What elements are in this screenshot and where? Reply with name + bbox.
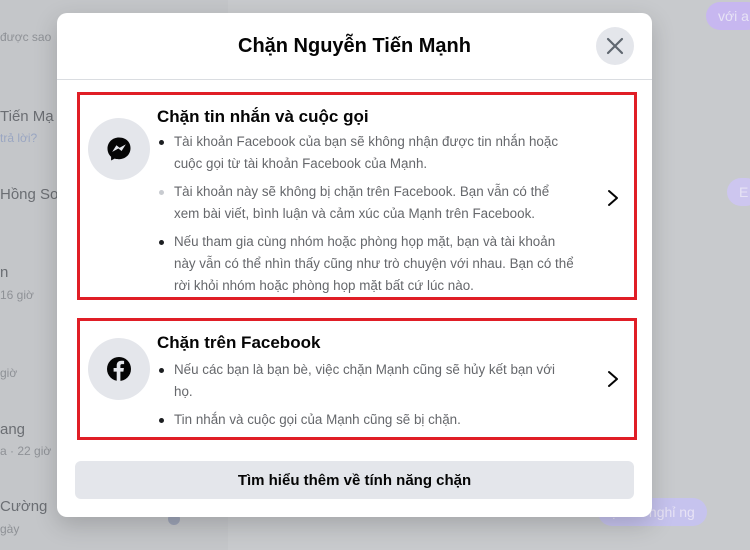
learn-more-button[interactable]: Tìm hiểu thêm về tính năng chặn: [75, 461, 634, 499]
conversation-name: Hồng So: [0, 186, 59, 203]
bullet-item: Tin nhắn và cuộc gọi của Mạnh cũng sẽ bị…: [157, 409, 577, 431]
option-icon-circle: [88, 118, 150, 180]
close-icon: [606, 37, 624, 55]
conversation-time: a · 22 giờ: [0, 444, 52, 458]
bullet-text: Tin nhắn và cuộc gọi của Mạnh cũng sẽ bị…: [174, 412, 461, 427]
messenger-icon: [107, 137, 131, 161]
conversation-time: 16 giờ: [0, 288, 34, 302]
conversation-snippet: trả lời?: [0, 131, 38, 145]
bullet-text: Tài khoản này sẽ không bị chặn trên Face…: [174, 184, 550, 221]
bullet-dot: [159, 140, 164, 145]
conversation-name: n: [0, 264, 9, 281]
option-title: Chặn trên Facebook: [157, 333, 321, 352]
block-facebook-option[interactable]: Chặn trên Facebook Nếu các bạn là bạn bè…: [77, 318, 637, 440]
chevron-right-icon: [608, 190, 618, 206]
chevron-right-icon: [608, 371, 618, 387]
header-divider: [57, 79, 652, 80]
block-messages-option[interactable]: Chặn tin nhắn và cuộc gọi Tài khoản Face…: [77, 92, 637, 300]
bullet-dot: [159, 240, 164, 245]
bullet-text: Nếu tham gia cùng nhóm hoặc phòng họp mặ…: [174, 234, 574, 293]
bullet-item: Nếu tham gia cùng nhóm hoặc phòng họp mặ…: [157, 231, 577, 297]
conversation-time: gày: [0, 522, 20, 536]
facebook-icon: [107, 357, 131, 381]
option-title: Chặn tin nhắn và cuộc gọi: [157, 107, 369, 126]
bullet-item: Tài khoản Facebook của bạn sẽ không nhận…: [157, 131, 577, 175]
message-bubble: với a: [706, 2, 750, 30]
conversation-name: Cường: [0, 498, 48, 515]
option-bullets: Nếu các bạn là bạn bè, việc chặn Mạnh cũ…: [157, 359, 577, 437]
option-bullets: Tài khoản Facebook của bạn sẽ không nhận…: [157, 131, 577, 303]
bullet-dot: [159, 190, 164, 195]
conversation-name: ang: [0, 421, 26, 438]
conversation-snippet: được sao: [0, 30, 52, 44]
conversation-name: Tiến Mạ: [0, 108, 54, 125]
bullet-item: Nếu các bạn là bạn bè, việc chặn Mạnh cũ…: [157, 359, 577, 403]
message-bubble: E: [727, 178, 750, 206]
bullet-dot: [159, 368, 164, 373]
block-user-dialog: Chặn Nguyễn Tiến Mạnh Chặn tin nhắn và c…: [57, 13, 652, 517]
conversation-time: giờ: [0, 366, 18, 380]
option-icon-circle: [88, 338, 150, 400]
bullet-text: Nếu các bạn là bạn bè, việc chặn Mạnh cũ…: [174, 362, 555, 399]
close-button[interactable]: [596, 27, 634, 65]
bullet-text: Tài khoản Facebook của bạn sẽ không nhận…: [174, 134, 559, 171]
bullet-dot: [159, 418, 164, 423]
bullet-item: Tài khoản này sẽ không bị chặn trên Face…: [157, 181, 577, 225]
dialog-title: Chặn Nguyễn Tiến Mạnh: [238, 35, 471, 57]
